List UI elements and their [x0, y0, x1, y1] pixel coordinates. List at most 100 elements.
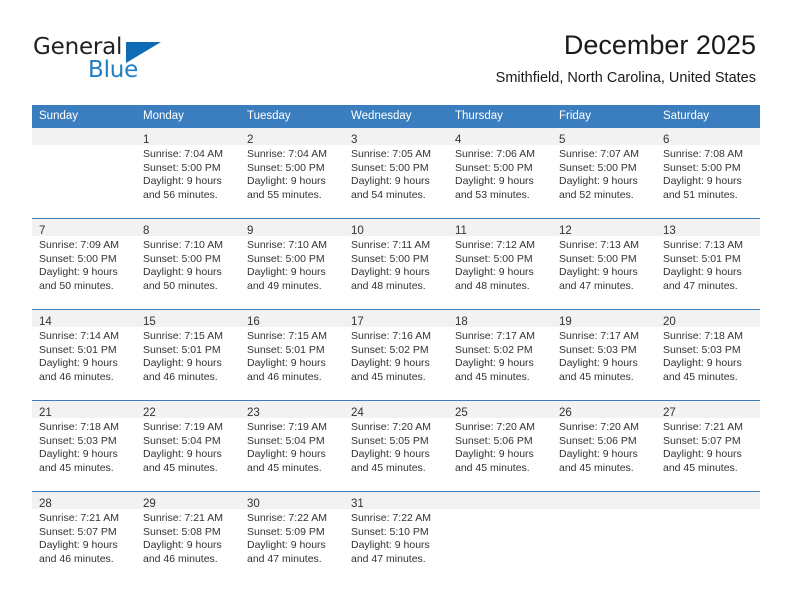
calendar-day-cell[interactable]: 5 Sunrise: 7:07 AM Sunset: 5:00 PM Daylight… [552, 127, 656, 219]
calendar-day-cell[interactable]: 6 Sunrise: 7:08 AM Sunset: 5:00 PM Daylight… [656, 127, 760, 219]
calendar-day-cell[interactable]: 8 Sunrise: 7:10 AM Sunset: 5:00 PM Daylight… [136, 218, 240, 310]
calendar-day-cell[interactable]: 3 Sunrise: 7:05 AM Sunset: 5:00 PM Daylight… [344, 127, 448, 219]
day-sun-info: Sunrise: 7:19 AM Sunset: 5:04 PM Daylight:… [136, 418, 240, 475]
day-cell-inner: 17 Sunrise: 7:16 AM Sunset: 5:02 PM Dayligh… [344, 310, 448, 400]
daylight-text-line2: and 55 minutes. [247, 188, 322, 201]
daylight-text-line1: Daylight: 9 hours [663, 448, 742, 460]
weekday-header-monday: Monday [136, 105, 240, 128]
page-header: General Blue December 2025 Smithfield, N… [0, 0, 792, 104]
calendar-day-cell[interactable]: 4 Sunrise: 7:06 AM Sunset: 5:00 PM Daylight… [448, 127, 552, 219]
daylight-text-line2: and 45 minutes. [39, 461, 114, 474]
daylight-text-line1: Daylight: 9 hours [351, 357, 430, 369]
day-sun-info: Sunrise: 7:15 AM Sunset: 5:01 PM Daylight:… [136, 327, 240, 384]
daylight-text-line2: and 46 minutes. [39, 370, 114, 383]
daylight-text-line2: and 45 minutes. [455, 370, 530, 383]
calendar-day-cell[interactable]: 24 Sunrise: 7:20 AM Sunset: 5:05 PM Dayligh… [344, 400, 448, 492]
calendar-day-cell[interactable]: 11 Sunrise: 7:12 AM Sunset: 5:00 PM Dayligh… [448, 218, 552, 310]
day-cell-inner: 22 Sunrise: 7:19 AM Sunset: 5:04 PM Dayligh… [136, 401, 240, 491]
calendar-day-cell[interactable]: 20 Sunrise: 7:18 AM Sunset: 5:03 PM Dayligh… [656, 309, 760, 401]
calendar-day-cell[interactable]: 19 Sunrise: 7:17 AM Sunset: 5:03 PM Dayligh… [552, 309, 656, 401]
calendar-day-cell[interactable]: 2 Sunrise: 7:04 AM Sunset: 5:00 PM Daylight… [240, 127, 344, 219]
day-number: 26 [559, 407, 572, 419]
sunset-text: Sunset: 5:04 PM [143, 434, 221, 447]
weekday-header-thursday: Thursday [448, 105, 552, 128]
daylight-text-line2: and 45 minutes. [143, 461, 218, 474]
daylight-text-line1: Daylight: 9 hours [143, 539, 222, 551]
calendar-day-cell[interactable]: 21 Sunrise: 7:18 AM Sunset: 5:03 PM Dayligh… [32, 400, 136, 492]
day-number: 15 [143, 316, 156, 328]
daylight-text-line2: and 48 minutes. [351, 279, 426, 292]
calendar-day-cell[interactable]: 9 Sunrise: 7:10 AM Sunset: 5:00 PM Daylight… [240, 218, 344, 310]
calendar-day-cell[interactable]: 15 Sunrise: 7:15 AM Sunset: 5:01 PM Dayligh… [136, 309, 240, 401]
calendar-day-cell[interactable]: 10 Sunrise: 7:11 AM Sunset: 5:00 PM Dayligh… [344, 218, 448, 310]
calendar-day-cell[interactable]: 7 Sunrise: 7:09 AM Sunset: 5:00 PM Daylight… [32, 218, 136, 310]
calendar-day-cell[interactable]: 18 Sunrise: 7:17 AM Sunset: 5:02 PM Dayligh… [448, 309, 552, 401]
day-cell-inner: 6 Sunrise: 7:08 AM Sunset: 5:00 PM Daylight… [656, 128, 760, 218]
day-number: 9 [247, 225, 254, 237]
daylight-text-line1: Daylight: 9 hours [39, 448, 118, 460]
day-number-band: 17 [344, 310, 448, 328]
calendar-empty-cell [656, 491, 760, 582]
general-blue-logo[interactable]: General Blue [33, 34, 213, 86]
day-cell-inner: 26 Sunrise: 7:20 AM Sunset: 5:06 PM Dayligh… [552, 401, 656, 491]
sunset-text: Sunset: 5:00 PM [351, 252, 429, 265]
day-cell-inner: 18 Sunrise: 7:17 AM Sunset: 5:02 PM Dayligh… [448, 310, 552, 400]
day-number: 22 [143, 407, 156, 419]
day-number-band: 26 [552, 401, 656, 419]
day-number: 8 [143, 225, 150, 237]
sunset-text: Sunset: 5:00 PM [351, 161, 429, 174]
daylight-text-line2: and 52 minutes. [559, 188, 634, 201]
calendar-day-cell[interactable]: 26 Sunrise: 7:20 AM Sunset: 5:06 PM Dayligh… [552, 400, 656, 492]
day-cell-inner: 21 Sunrise: 7:18 AM Sunset: 5:03 PM Dayligh… [32, 401, 136, 491]
calendar-day-cell[interactable]: 22 Sunrise: 7:19 AM Sunset: 5:04 PM Dayligh… [136, 400, 240, 492]
day-cell-inner: 7 Sunrise: 7:09 AM Sunset: 5:00 PM Daylight… [32, 219, 136, 309]
weekday-header-wednesday: Wednesday [344, 105, 448, 128]
calendar-day-cell[interactable]: 27 Sunrise: 7:21 AM Sunset: 5:07 PM Dayligh… [656, 400, 760, 492]
sunrise-text: Sunrise: 7:09 AM [39, 239, 119, 251]
daylight-text-line1: Daylight: 9 hours [351, 175, 430, 187]
calendar-day-cell[interactable]: 28 Sunrise: 7:21 AM Sunset: 5:07 PM Dayligh… [32, 491, 136, 582]
calendar-grid: Sunday Monday Tuesday Wednesday Thursday… [32, 105, 760, 582]
daylight-text-line2: and 48 minutes. [455, 279, 530, 292]
calendar-day-cell[interactable]: 12 Sunrise: 7:13 AM Sunset: 5:00 PM Dayligh… [552, 218, 656, 310]
daylight-text-line1: Daylight: 9 hours [39, 266, 118, 278]
day-number: 23 [247, 407, 260, 419]
day-number-band: 30 [240, 492, 344, 510]
calendar-day-cell[interactable]: 25 Sunrise: 7:20 AM Sunset: 5:06 PM Dayligh… [448, 400, 552, 492]
day-cell-inner: 3 Sunrise: 7:05 AM Sunset: 5:00 PM Daylight… [344, 128, 448, 218]
day-number: 1 [143, 134, 150, 146]
day-sun-info: Sunrise: 7:18 AM Sunset: 5:03 PM Daylight:… [32, 418, 136, 475]
daylight-text-line2: and 45 minutes. [455, 461, 530, 474]
day-number-band: 20 [656, 310, 760, 328]
day-number: 7 [39, 225, 46, 237]
day-cell-inner: 27 Sunrise: 7:21 AM Sunset: 5:07 PM Dayligh… [656, 401, 760, 491]
calendar-day-cell[interactable]: 30 Sunrise: 7:22 AM Sunset: 5:09 PM Dayligh… [240, 491, 344, 582]
day-number-band: 1 [136, 128, 240, 146]
day-number-band: 8 [136, 219, 240, 237]
daylight-text-line2: and 45 minutes. [663, 370, 738, 383]
day-sun-info: Sunrise: 7:10 AM Sunset: 5:00 PM Daylight:… [240, 236, 344, 293]
calendar-day-cell[interactable]: 1 Sunrise: 7:04 AM Sunset: 5:00 PM Daylight… [136, 127, 240, 219]
calendar-day-cell[interactable]: 13 Sunrise: 7:13 AM Sunset: 5:01 PM Dayligh… [656, 218, 760, 310]
day-number-band: 4 [448, 128, 552, 146]
day-number: 31 [351, 498, 364, 510]
day-sun-info: Sunrise: 7:20 AM Sunset: 5:05 PM Daylight:… [344, 418, 448, 475]
calendar-day-cell[interactable]: 16 Sunrise: 7:15 AM Sunset: 5:01 PM Dayligh… [240, 309, 344, 401]
calendar-day-cell[interactable]: 29 Sunrise: 7:21 AM Sunset: 5:08 PM Dayligh… [136, 491, 240, 582]
day-sun-info: Sunrise: 7:21 AM Sunset: 5:07 PM Daylight:… [32, 509, 136, 566]
day-number: 5 [559, 134, 566, 146]
day-sun-info: Sunrise: 7:04 AM Sunset: 5:00 PM Daylight:… [240, 145, 344, 202]
day-sun-info: Sunrise: 7:09 AM Sunset: 5:00 PM Daylight:… [32, 236, 136, 293]
calendar-day-cell[interactable]: 31 Sunrise: 7:22 AM Sunset: 5:10 PM Dayligh… [344, 491, 448, 582]
day-sun-info: Sunrise: 7:20 AM Sunset: 5:06 PM Daylight:… [552, 418, 656, 475]
day-sun-info: Sunrise: 7:06 AM Sunset: 5:00 PM Daylight:… [448, 145, 552, 202]
calendar-week-row: 7 Sunrise: 7:09 AM Sunset: 5:00 PM Daylight… [32, 218, 760, 310]
calendar-day-cell[interactable]: 14 Sunrise: 7:14 AM Sunset: 5:01 PM Dayligh… [32, 309, 136, 401]
daylight-text-line1: Daylight: 9 hours [247, 266, 326, 278]
calendar-day-cell[interactable]: 17 Sunrise: 7:16 AM Sunset: 5:02 PM Dayligh… [344, 309, 448, 401]
day-cell-inner: 9 Sunrise: 7:10 AM Sunset: 5:00 PM Daylight… [240, 219, 344, 309]
calendar-day-cell[interactable]: 23 Sunrise: 7:19 AM Sunset: 5:04 PM Dayligh… [240, 400, 344, 492]
day-cell-inner: 23 Sunrise: 7:19 AM Sunset: 5:04 PM Dayligh… [240, 401, 344, 491]
day-number-band: 29 [136, 492, 240, 510]
day-number-band: 12 [552, 219, 656, 237]
